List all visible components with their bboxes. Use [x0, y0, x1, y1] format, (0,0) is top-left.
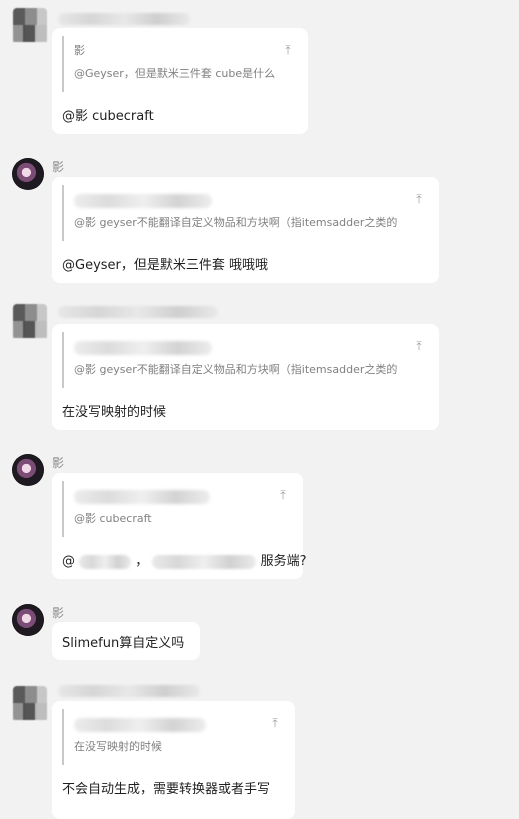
- avatar[interactable]: [12, 454, 44, 486]
- jump-to-quoted-message-icon[interactable]: ⤒: [411, 338, 427, 354]
- message-text: @影 cubecraft: [62, 109, 154, 124]
- message-text: 在没写映射的时候: [62, 405, 167, 420]
- mention-blurred: [79, 554, 132, 569]
- jump-to-quoted-message-icon[interactable]: ⤒: [267, 715, 283, 731]
- quoted-sender-name-blurred: [74, 194, 212, 208]
- message-bubble[interactable]: Slimefun算自定义吗: [52, 622, 200, 660]
- jump-to-quoted-message-icon[interactable]: ⤒: [280, 42, 296, 58]
- message-bubble[interactable]: 影 @Geyser，但是默米三件套 cube是什么 ⤒ @影 cubecraft: [52, 28, 308, 134]
- message-bubble[interactable]: @影 geyser不能翻译自定义物品和方块啊（指itemsadder之类的 ⤒ …: [52, 324, 439, 430]
- sender-name: 影: [52, 606, 65, 620]
- quoted-sender-name-blurred: [74, 341, 212, 355]
- quoted-sender-name-blurred: [74, 718, 206, 732]
- quoted-message-text: @影 geyser不能翻译自定义物品和方块啊（指itemsadder之类的: [74, 216, 398, 229]
- sender-name-blurred: [58, 306, 218, 318]
- quoted-sender-name: 影: [74, 44, 85, 57]
- quoted-message-text: @Geyser，但是默米三件套 cube是什么: [74, 67, 276, 80]
- avatar-blurred[interactable]: [13, 686, 47, 720]
- avatar[interactable]: [12, 604, 44, 636]
- quoted-sender-name-blurred: [74, 490, 210, 504]
- message-text: @Geyser，但是默米三件套 哦哦哦: [62, 258, 269, 273]
- quoted-message[interactable]: @影 geyser不能翻译自定义物品和方块啊（指itemsadder之类的 ⤒: [62, 185, 427, 241]
- sender-name-blurred: [58, 685, 200, 697]
- quoted-message[interactable]: @影 geyser不能翻译自定义物品和方块啊（指itemsadder之类的 ⤒: [62, 332, 427, 388]
- avatar[interactable]: [12, 158, 44, 190]
- sender-name: 影: [52, 160, 65, 174]
- quoted-message-text: 在没写映射的时候: [74, 740, 162, 753]
- avatar-blurred[interactable]: [13, 304, 47, 338]
- avatar-blurred[interactable]: [13, 8, 47, 42]
- mention-prefix: @: [62, 554, 75, 569]
- sender-name: 影: [52, 456, 65, 470]
- message-bubble[interactable]: 在没写映射的时候 ⤒ 不会自动生成，需要转换器或者手写: [52, 701, 295, 819]
- sender-name-blurred: [58, 13, 190, 25]
- message-bubble[interactable]: @影 cubecraft ⤒ @ ， 服务端?: [52, 473, 306, 579]
- quoted-message[interactable]: 影 @Geyser，但是默米三件套 cube是什么 ⤒: [62, 36, 296, 92]
- quoted-message-text: @影 cubecraft: [74, 512, 152, 525]
- message-text-suffix: 服务端?: [260, 554, 307, 569]
- text-blurred: [152, 554, 257, 569]
- quoted-message[interactable]: 在没写映射的时候 ⤒: [62, 709, 283, 765]
- quoted-message[interactable]: @影 cubecraft ⤒: [62, 481, 291, 537]
- mention-separator: ，: [135, 554, 149, 569]
- jump-to-quoted-message-icon[interactable]: ⤒: [411, 191, 427, 207]
- message-text: @ ， 服务端?: [62, 550, 306, 569]
- message-text: 不会自动生成，需要转换器或者手写: [62, 782, 271, 797]
- message-bubble[interactable]: @影 geyser不能翻译自定义物品和方块啊（指itemsadder之类的 ⤒ …: [52, 177, 439, 283]
- jump-to-quoted-message-icon[interactable]: ⤒: [275, 487, 291, 503]
- quoted-message-text: @影 geyser不能翻译自定义物品和方块啊（指itemsadder之类的: [74, 363, 398, 376]
- message-text: Slimefun算自定义吗: [62, 636, 185, 651]
